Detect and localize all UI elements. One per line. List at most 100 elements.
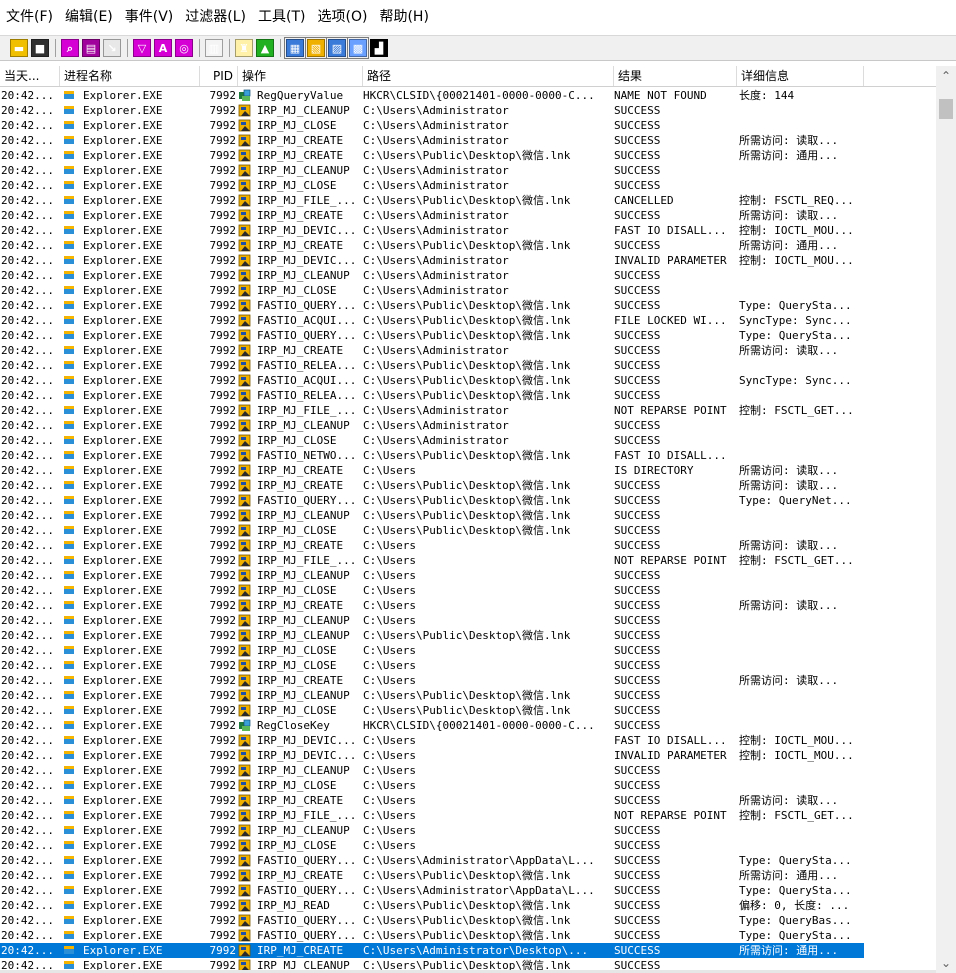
process-name: Explorer.EXE [83,629,163,642]
table-row[interactable]: 20:42... Explorer.EXE 7992 IRP_MJ_CREATE… [0,673,864,688]
table-row[interactable]: 20:42... Explorer.EXE 7992 IRP_MJ_CREATE… [0,868,864,883]
menu-item-4[interactable]: 工具(T) [252,0,311,35]
table-row[interactable]: 20:42... Explorer.EXE 7992 IRP_MJ_CLOSE … [0,583,864,598]
menu-item-5[interactable]: 选项(O) [312,0,374,35]
menu-item-6[interactable]: 帮助(H) [373,0,434,35]
column-header-result[interactable]: 结果 [614,66,737,86]
table-row[interactable]: 20:42... Explorer.EXE 7992 IRP_MJ_FILE_.… [0,808,864,823]
table-row[interactable]: 20:42... Explorer.EXE 7992 RegQueryValue… [0,88,864,103]
table-row[interactable]: 20:42... Explorer.EXE 7992 IRP_MJ_CREATE… [0,133,864,148]
table-row[interactable]: 20:42... Explorer.EXE 7992 FASTIO_QUERY.… [0,883,864,898]
table-row[interactable]: 20:42... Explorer.EXE 7992 FASTIO_QUERY.… [0,493,864,508]
event-list[interactable]: 20:42... Explorer.EXE 7992 RegQueryValue… [0,88,936,973]
table-row[interactable]: 20:42... Explorer.EXE 7992 IRP_MJ_DEVIC.… [0,748,864,763]
table-row[interactable]: 20:42... Explorer.EXE 7992 FASTIO_NETWO.… [0,448,864,463]
table-row[interactable]: 20:42... Explorer.EXE 7992 IRP_MJ_FILE_.… [0,193,864,208]
table-row[interactable]: 20:42... Explorer.EXE 7992 FASTIO_QUERY.… [0,328,864,343]
table-row[interactable]: 20:42... Explorer.EXE 7992 IRP_MJ_DEVIC.… [0,253,864,268]
table-row[interactable]: 20:42... Explorer.EXE 7992 IRP_MJ_CREATE… [0,238,864,253]
table-row[interactable]: 20:42... Explorer.EXE 7992 FASTIO_RELEA.… [0,358,864,373]
table-row[interactable]: 20:42... Explorer.EXE 7992 IRP_MJ_CREATE… [0,793,864,808]
highlight-icon[interactable]: A [154,39,172,57]
column-header-operation[interactable]: 操作 [238,66,363,86]
process-activity-icon[interactable]: ▩ [347,37,369,59]
table-row[interactable]: 20:42... Explorer.EXE 7992 FASTIO_QUERY.… [0,913,864,928]
table-row[interactable]: 20:42... Explorer.EXE 7992 IRP_MJ_CREATE… [0,478,864,493]
table-row[interactable]: 20:42... Explorer.EXE 7992 IRP_MJ_CLOSE … [0,658,864,673]
table-row[interactable]: 20:42... Explorer.EXE 7992 IRP_MJ_CREATE… [0,538,864,553]
table-row[interactable]: 20:42... Explorer.EXE 7992 IRP_MJ_CLOSE … [0,118,864,133]
table-row[interactable]: 20:42... Explorer.EXE 7992 FASTIO_RELEA.… [0,388,864,403]
table-row[interactable]: 20:42... Explorer.EXE 7992 IRP_MJ_CLEANU… [0,688,864,703]
scroll-up-icon[interactable]: ⌃ [936,66,956,86]
detail-cell: Type: QuerySta... [739,929,852,942]
table-row[interactable]: 20:42... Explorer.EXE 7992 IRP_MJ_CLOSE … [0,523,864,538]
menu-item-1[interactable]: 编辑(E) [59,0,119,35]
autoscroll-icon[interactable]: ↘ [103,39,121,57]
filter-icon[interactable]: ▽ [133,39,151,57]
table-row[interactable]: 20:42... Explorer.EXE 7992 IRP_MJ_CLOSE … [0,703,864,718]
table-row[interactable]: 20:42... Explorer.EXE 7992 IRP_MJ_CREATE… [0,598,864,613]
vertical-scrollbar[interactable]: ⌃ ⌄ [936,66,956,973]
process-tree-icon[interactable]: ▥ [205,39,223,57]
table-row[interactable]: 20:42... Explorer.EXE 7992 IRP_MJ_CLEANU… [0,763,864,778]
save-icon[interactable]: ■ [31,39,49,57]
detail-cell: 所需访问: 读取... [739,464,839,477]
table-row[interactable]: 20:42... Explorer.EXE 7992 IRP_MJ_CLOSE … [0,643,864,658]
table-row[interactable]: 20:42... Explorer.EXE 7992 IRP_MJ_CLOSE … [0,778,864,793]
scroll-thumb[interactable] [939,99,953,119]
menu-item-2[interactable]: 事件(V) [119,0,180,35]
column-header-path[interactable]: 路径 [363,66,614,86]
table-row[interactable]: 20:42... Explorer.EXE 7992 IRP_MJ_CLEANU… [0,163,864,178]
table-row[interactable]: 20:42... Explorer.EXE 7992 IRP_MJ_CLEANU… [0,508,864,523]
column-header-pid[interactable]: PID [200,66,238,86]
table-row[interactable]: 20:42... Explorer.EXE 7992 IRP_MJ_CLEANU… [0,268,864,283]
table-row[interactable]: 20:42... Explorer.EXE 7992 FASTIO_QUERY.… [0,853,864,868]
jump-icon[interactable]: ▲ [256,39,274,57]
table-row[interactable]: 20:42... Explorer.EXE 7992 IRP_MJ_DEVIC.… [0,223,864,238]
table-row[interactable]: 20:42... Explorer.EXE 7992 IRP_MJ_CREATE… [0,463,864,478]
column-header-process[interactable]: 进程名称 [60,66,200,86]
table-row[interactable]: 20:42... Explorer.EXE 7992 IRP_MJ_CLOSE … [0,283,864,298]
table-row[interactable]: 20:42... Explorer.EXE 7992 FASTIO_ACQUI.… [0,313,864,328]
column-header-time[interactable]: 当天... [0,66,60,86]
table-row[interactable]: 20:42... Explorer.EXE 7992 IRP_MJ_READ C… [0,898,864,913]
table-row[interactable]: 20:42... Explorer.EXE 7992 IRP_MJ_CLEANU… [0,823,864,838]
table-row[interactable]: 20:42... Explorer.EXE 7992 IRP_MJ_DEVIC.… [0,733,864,748]
table-row[interactable]: 20:42... Explorer.EXE 7992 IRP_MJ_FILE_.… [0,553,864,568]
file-activity-icon[interactable]: ▧ [305,37,327,59]
operation-name: FASTIO_QUERY... [257,884,357,897]
capture-icon[interactable]: ▤ [82,39,100,57]
table-row[interactable]: 20:42... Explorer.EXE 7992 IRP_MJ_CLEANU… [0,628,864,643]
network-activity-icon[interactable]: ▨ [326,37,348,59]
table-row[interactable]: 20:42... Explorer.EXE 7992 IRP_MJ_CREATE… [0,208,864,223]
menu-item-3[interactable]: 过滤器(L) [179,0,252,35]
magnifier-icon[interactable]: ⌕ [61,39,79,57]
table-row[interactable]: 20:42... Explorer.EXE 7992 IRP_MJ_CLOSE … [0,433,864,448]
table-row[interactable]: 20:42... Explorer.EXE 7992 IRP_MJ_CLOSE … [0,838,864,853]
registry-activity-icon[interactable]: ▦ [284,37,306,59]
table-row[interactable]: 20:42... Explorer.EXE 7992 IRP_MJ_CLEANU… [0,613,864,628]
table-row[interactable]: 20:42... Explorer.EXE 7992 RegCloseKey H… [0,718,864,733]
column-header-detail[interactable]: 详细信息 [737,66,864,86]
table-row[interactable]: 20:42... Explorer.EXE 7992 FASTIO_QUERY.… [0,298,864,313]
file-system-icon [238,134,251,147]
table-row[interactable]: 20:42... Explorer.EXE 7992 IRP_MJ_CREATE… [0,343,864,358]
table-row[interactable]: 20:42... Explorer.EXE 7992 IRP_MJ_CLEANU… [0,418,864,433]
table-row[interactable]: 20:42... Explorer.EXE 7992 IRP_MJ_FILE_.… [0,403,864,418]
table-row[interactable]: 20:42... Explorer.EXE 7992 IRP_MJ_CLEANU… [0,103,864,118]
table-row[interactable]: 20:42... Explorer.EXE 7992 IRP_MJ_CLEANU… [0,568,864,583]
table-row[interactable]: 20:42... Explorer.EXE 7992 IRP_MJ_CREATE… [0,148,864,163]
table-row[interactable]: 20:42... Explorer.EXE 7992 IRP_MJ_CREATE… [0,943,864,958]
scroll-down-icon[interactable]: ⌄ [936,953,956,973]
binoculars-icon[interactable]: ♜ [235,39,253,57]
target-icon[interactable]: ◎ [175,39,193,57]
profiling-icon[interactable]: ▟ [370,39,388,57]
table-row[interactable]: 20:42... Explorer.EXE 7992 IRP_MJ_CLOSE … [0,178,864,193]
result-cell: SUCCESS [614,239,661,252]
menu-item-0[interactable]: 文件(F) [0,0,59,35]
process-cell: Explorer.EXE [64,178,204,193]
table-row[interactable]: 20:42... Explorer.EXE 7992 FASTIO_QUERY.… [0,928,864,943]
table-row[interactable]: 20:42... Explorer.EXE 7992 FASTIO_ACQUI.… [0,373,864,388]
open-folder-icon[interactable]: ▬ [10,39,28,57]
